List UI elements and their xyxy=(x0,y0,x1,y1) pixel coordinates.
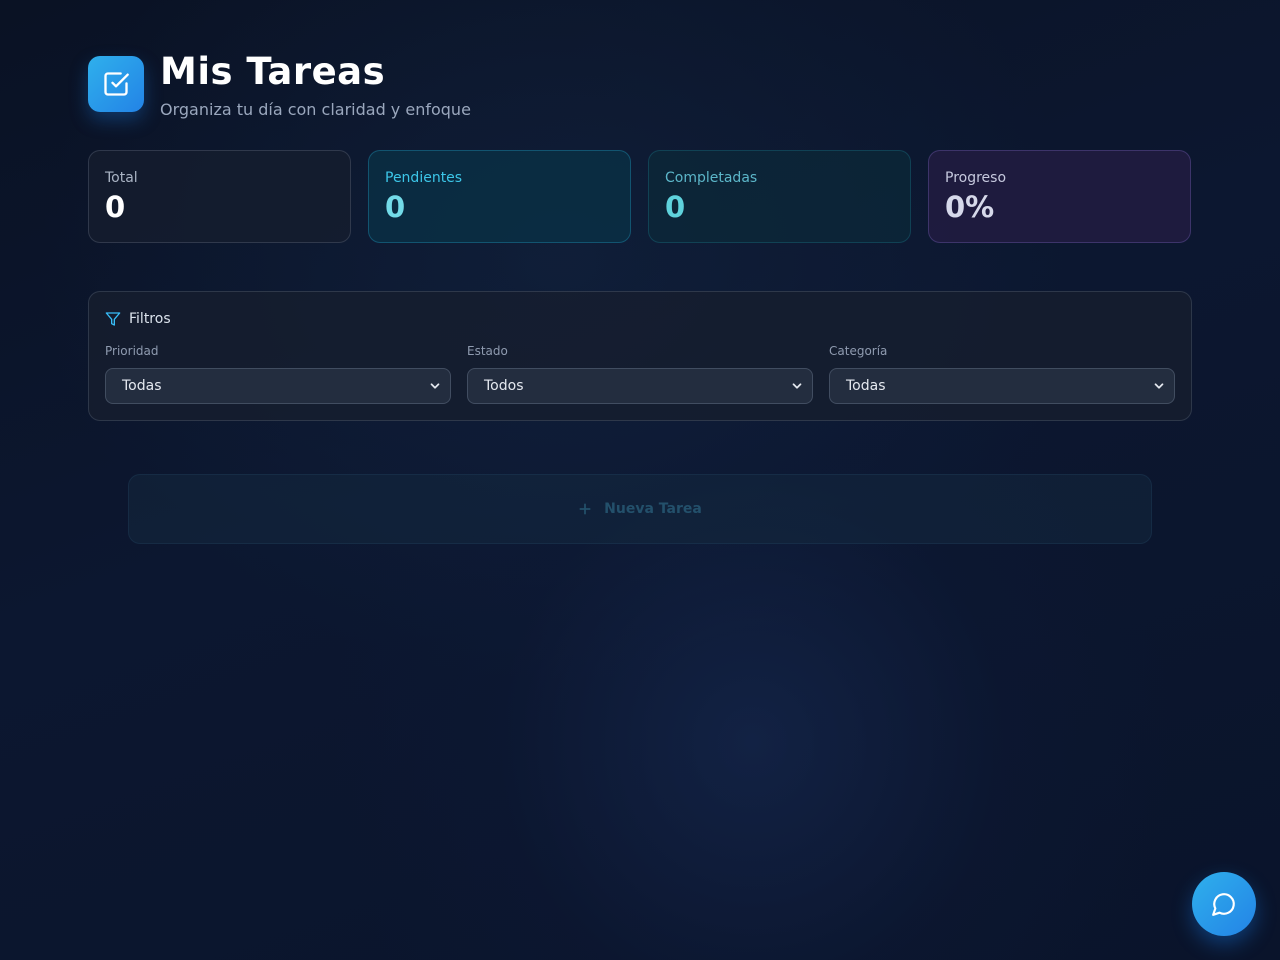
filters-row: Prioridad Todas Estado Todos Categoría T… xyxy=(105,343,1175,404)
chevron-down-icon xyxy=(430,383,440,389)
stat-label: Pendientes xyxy=(385,170,463,186)
chevron-down-icon xyxy=(792,383,802,389)
new-task-button[interactable]: Nueva Tarea xyxy=(128,474,1152,544)
stat-label: Completadas xyxy=(665,170,758,186)
category-select[interactable]: Todas xyxy=(829,368,1175,404)
stat-value: 0% xyxy=(945,190,995,224)
select-value: Todas xyxy=(122,378,162,394)
filter-priority: Prioridad Todas xyxy=(105,343,451,404)
stat-value: 0 xyxy=(385,190,406,224)
stat-card-pending: Pendientes 0 xyxy=(368,150,631,243)
checkbox-icon xyxy=(104,72,129,96)
stat-card-total: Total 0 xyxy=(88,150,351,243)
chat-button[interactable] xyxy=(1192,872,1256,936)
filters-header: Filtros xyxy=(105,309,1175,329)
chat-bubble-icon xyxy=(1212,893,1235,916)
chevron-down-icon xyxy=(1154,383,1164,389)
header-titles: Mis Tareas Organiza tu día con claridad … xyxy=(160,48,471,120)
filter-category: Categoría Todas xyxy=(829,343,1175,404)
filters-panel: Filtros Prioridad Todas Estado Todos Cat… xyxy=(88,291,1192,421)
app-logo xyxy=(88,56,144,112)
new-task-label: Nueva Tarea xyxy=(604,501,702,517)
stat-label: Total xyxy=(105,170,138,186)
page-header: Mis Tareas Organiza tu día con claridad … xyxy=(88,50,471,120)
stat-label: Progreso xyxy=(945,170,1007,186)
stat-value: 0 xyxy=(105,190,126,224)
filter-icon xyxy=(105,312,121,326)
page-title: Mis Tareas xyxy=(160,50,386,93)
page-subtitle: Organiza tu día con claridad y enfoque xyxy=(160,100,471,119)
stat-card-completed: Completadas 0 xyxy=(648,150,911,243)
priority-select[interactable]: Todas xyxy=(105,368,451,404)
stat-card-progress: Progreso 0% xyxy=(928,150,1191,243)
status-select[interactable]: Todos xyxy=(467,368,813,404)
select-value: Todos xyxy=(484,378,524,394)
filter-label: Estado xyxy=(467,344,508,358)
stats-row: Total 0 Pendientes 0 Completadas 0 Progr… xyxy=(88,150,1192,243)
filter-label: Categoría xyxy=(829,344,888,358)
plus-icon xyxy=(579,503,591,515)
stat-value: 0 xyxy=(665,190,686,224)
filter-label: Prioridad xyxy=(105,344,159,358)
filter-status: Estado Todos xyxy=(467,343,813,404)
select-value: Todas xyxy=(846,378,886,394)
filters-title: Filtros xyxy=(129,311,171,327)
